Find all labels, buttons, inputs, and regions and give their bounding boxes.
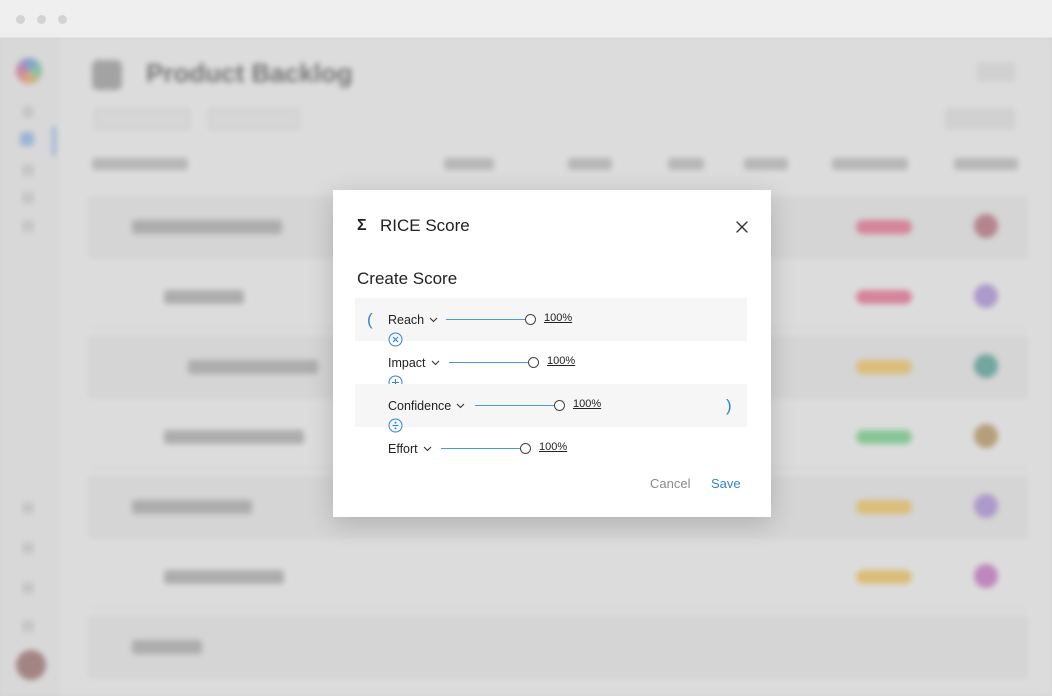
chevron-down-icon: [431, 360, 439, 366]
window-maximize-dot[interactable]: [58, 15, 67, 24]
close-paren[interactable]: ): [726, 396, 732, 416]
variable-label: Impact: [388, 356, 426, 370]
window-titlebar: [0, 0, 1052, 38]
close-icon[interactable]: [733, 218, 751, 236]
reach-variable-select[interactable]: Reach: [388, 313, 438, 327]
variable-label: Reach: [388, 313, 425, 327]
confidence-weight-value[interactable]: 100%: [573, 398, 601, 410]
score-formula: ( Reach 100% Impact 100% Confidence 100%…: [355, 298, 747, 470]
section-title: Create Score: [357, 269, 458, 288]
effort-slider-thumb[interactable]: [520, 443, 531, 454]
formula-term-confidence: Confidence 100% ): [355, 384, 747, 433]
reach-weight-value[interactable]: 100%: [544, 312, 572, 324]
formula-term-effort: Effort 100%: [355, 427, 747, 470]
effort-weight-value[interactable]: 100%: [539, 441, 567, 453]
confidence-variable-select[interactable]: Confidence: [388, 399, 465, 413]
window-minimize-dot[interactable]: [37, 15, 46, 24]
confidence-slider-track[interactable]: [475, 405, 560, 406]
chevron-down-icon: [429, 317, 438, 323]
impact-weight-value[interactable]: 100%: [547, 355, 575, 367]
window-close-dot[interactable]: [16, 15, 25, 24]
confidence-slider-thumb[interactable]: [554, 400, 565, 411]
chevron-down-icon: [456, 403, 465, 409]
formula-term-reach: ( Reach 100%: [355, 298, 747, 347]
impact-slider-thumb[interactable]: [528, 357, 539, 368]
sigma-icon: Σ: [357, 217, 367, 234]
effort-variable-select[interactable]: Effort: [388, 442, 432, 456]
chevron-down-icon: [423, 446, 432, 452]
save-button[interactable]: Save: [711, 476, 741, 491]
effort-slider-track[interactable]: [441, 448, 526, 449]
cancel-button[interactable]: Cancel: [650, 476, 690, 491]
modal-header: Σ RICE Score: [357, 216, 470, 236]
modal-title: RICE Score: [380, 216, 470, 235]
variable-label: Effort: [388, 442, 418, 456]
open-paren[interactable]: (: [367, 310, 373, 330]
reach-slider-track[interactable]: [446, 319, 531, 320]
reach-slider-thumb[interactable]: [525, 314, 536, 325]
rice-score-modal: Σ RICE Score Create Score ( Reach 100% I…: [333, 190, 771, 517]
variable-label: Confidence: [388, 399, 452, 413]
impact-slider-track[interactable]: [449, 362, 534, 363]
impact-variable-select[interactable]: Impact: [388, 356, 440, 370]
formula-term-impact: Impact 100%: [355, 341, 747, 390]
